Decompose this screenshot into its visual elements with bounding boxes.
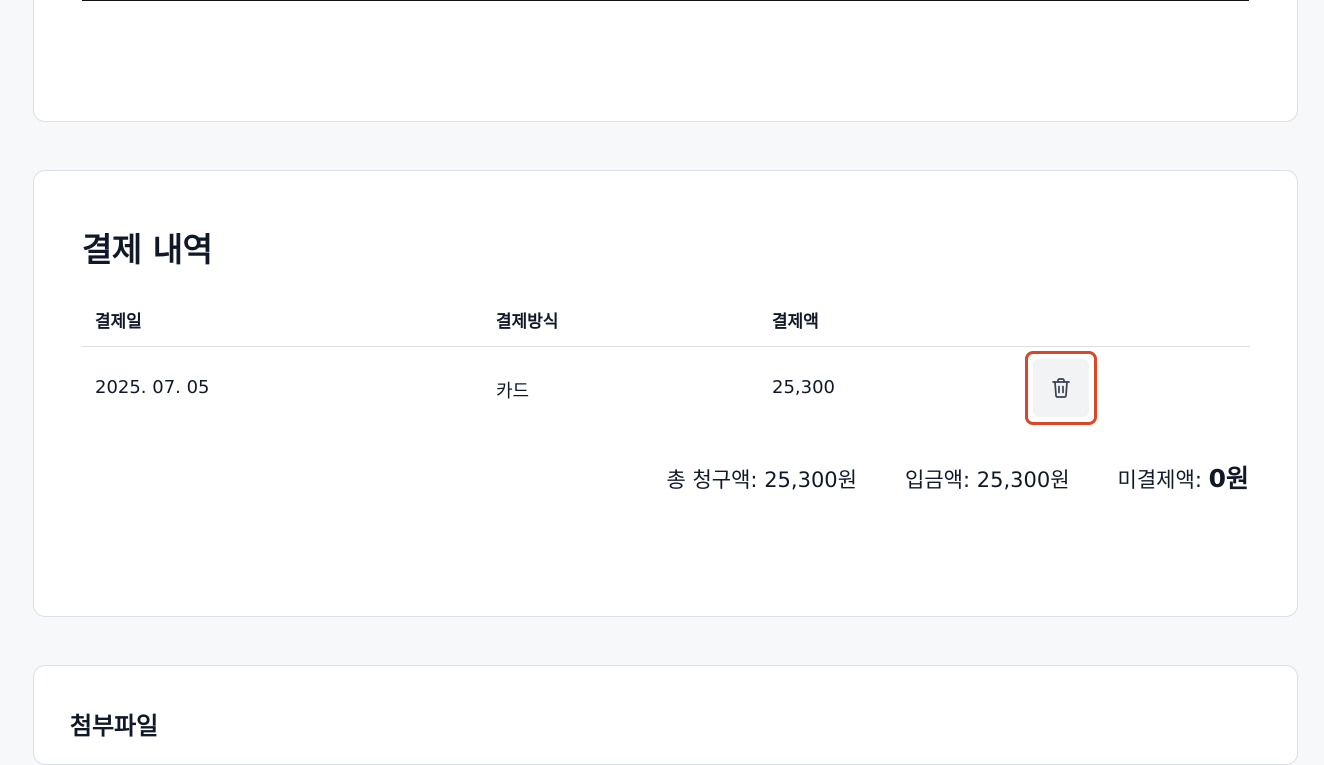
total-billed: 총 청구액: 25,300원	[666, 468, 857, 492]
amount-paid: 입금액: 25,300원	[905, 468, 1070, 492]
column-header-date: 결제일	[95, 312, 142, 332]
table-row: 2025. 07. 05 카드 25,300	[82, 347, 1250, 431]
payment-amount: 25,300	[772, 377, 835, 398]
column-header-amount: 결제액	[772, 312, 819, 332]
column-header-method: 결제방식	[496, 312, 559, 332]
attachments-title: 첨부파일	[70, 712, 159, 740]
payment-summary: 총 청구액: 25,300원 입금액: 25,300원 미결제액: 0원	[666, 459, 1249, 495]
amount-unpaid: 미결제액: 0원	[1117, 464, 1249, 493]
attachments-card: 첨부파일	[33, 665, 1298, 765]
delete-payment-button[interactable]	[1025, 351, 1097, 425]
payment-date: 2025. 07. 05	[95, 377, 210, 398]
payment-method: 카드	[496, 381, 530, 402]
payment-history-card: 결제 내역 결제일 결제방식 결제액 2025. 07. 05 카드 25,30…	[33, 170, 1298, 617]
previous-section-card	[33, 0, 1298, 122]
section-title: 결제 내역	[82, 230, 213, 269]
payment-table: 결제일 결제방식 결제액 2025. 07. 05 카드 25,300	[82, 295, 1250, 431]
section-divider	[82, 0, 1249, 1]
table-header: 결제일 결제방식 결제액	[82, 295, 1250, 347]
trash-icon	[1052, 378, 1070, 398]
